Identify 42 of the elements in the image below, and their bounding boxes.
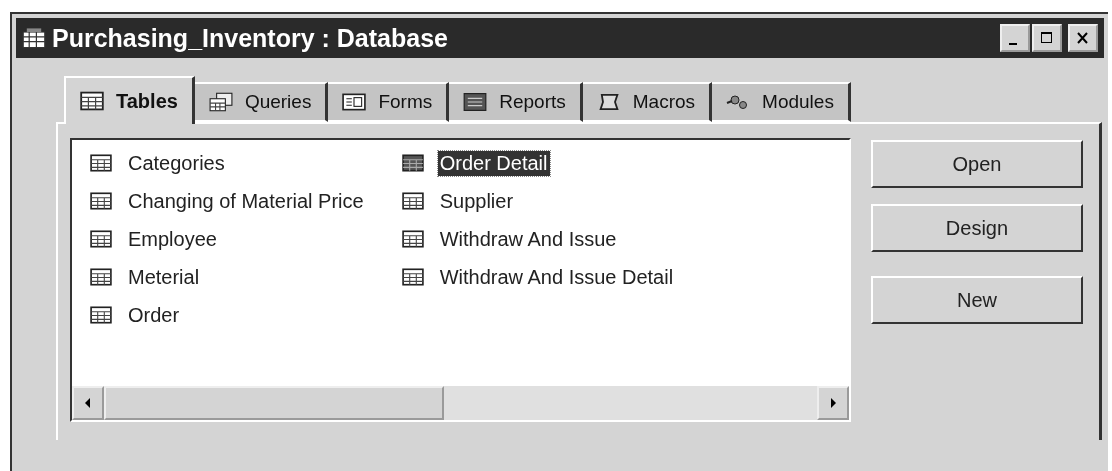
list-item[interactable]: Withdraw And Issue [437, 226, 619, 252]
list-item[interactable]: Order [126, 302, 182, 328]
list-item[interactable]: Categories [126, 150, 227, 176]
maximize-icon [1039, 31, 1055, 45]
horizontal-scrollbar[interactable] [72, 386, 849, 420]
list-item[interactable]: Meterial [126, 264, 202, 290]
tab[interactable]: Reports [449, 82, 583, 122]
tab[interactable]: Macros [582, 82, 713, 122]
list-item[interactable]: Withdraw And Issue Detail [437, 264, 676, 290]
scroll-right-icon[interactable] [817, 386, 849, 420]
tab[interactable]: Modules [712, 82, 851, 122]
action-button[interactable]: Open [871, 140, 1083, 188]
list-item[interactable]: Supplier [437, 188, 516, 214]
table-icon [401, 154, 424, 172]
action-button[interactable]: Design [871, 204, 1083, 252]
form-icon [342, 92, 367, 112]
table-icon [90, 154, 112, 172]
list-item[interactable]: Employee [126, 226, 219, 252]
table-icon [80, 91, 104, 111]
tab[interactable]: Tables [64, 76, 195, 124]
scroll-left-icon[interactable] [72, 386, 104, 420]
database-icon [22, 27, 46, 49]
maximize-button[interactable] [1032, 24, 1062, 52]
tab[interactable]: Forms [328, 82, 450, 122]
list-item[interactable]: Changing of Material Price [126, 188, 366, 214]
table-icon [401, 268, 424, 286]
close-icon [1075, 31, 1091, 45]
tab[interactable]: Queries [194, 82, 329, 122]
query-icon [208, 92, 233, 112]
table-icon [90, 268, 112, 286]
list-item[interactable]: Order Detail [437, 150, 550, 176]
window-title: Purchasing_Inventory : Database [52, 23, 449, 53]
close-button[interactable] [1068, 24, 1098, 52]
table-icon [90, 306, 112, 324]
table-icon [90, 230, 112, 248]
report-icon [463, 92, 488, 112]
minimize-icon [1009, 43, 1017, 45]
table-icon [401, 192, 424, 210]
table-icon [401, 230, 424, 248]
scroll-thumb[interactable] [104, 386, 444, 420]
action-button[interactable]: New [871, 276, 1083, 324]
table-icon [90, 192, 112, 210]
